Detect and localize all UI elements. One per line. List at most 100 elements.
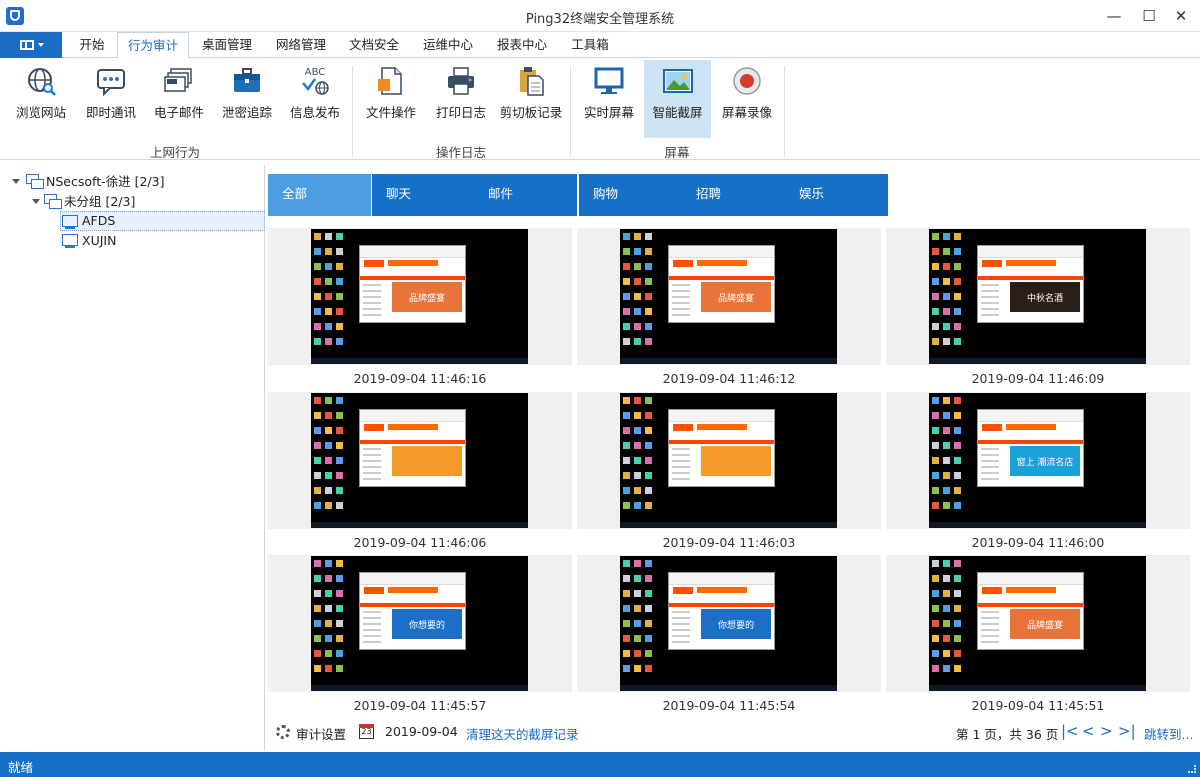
clipboard-log-button[interactable]: 剪切板记录 — [496, 60, 566, 138]
tab-ops-center[interactable]: 运维中心 — [413, 32, 483, 58]
chat-bubble-icon — [97, 69, 125, 97]
prev-page-button[interactable]: < — [1082, 722, 1095, 740]
instant-messaging-button[interactable]: 即时通讯 — [78, 60, 144, 138]
category-all[interactable]: 全部 — [268, 174, 371, 216]
next-page-button[interactable]: > — [1100, 722, 1113, 740]
desktop-app-icon — [954, 338, 961, 345]
audit-settings-button[interactable]: 审计设置 — [296, 724, 346, 743]
tree-computer-xujin[interactable]: XUJIN — [60, 231, 265, 251]
screenshot-thumbnail[interactable]: 窗上 潮流名店 — [886, 392, 1190, 529]
category-recruitment[interactable]: 招聘 — [682, 174, 785, 216]
desktop-app-icon — [645, 427, 652, 434]
site-logo — [364, 260, 384, 267]
close-button[interactable]: ✕ — [1163, 0, 1199, 32]
screenshot-card[interactable]: 品牌盛宴 2019-09-04 11:46:16 — [268, 228, 572, 392]
tree-root-node[interactable]: NSecsoft-徐进 [2/3] — [46, 172, 164, 192]
selected-date[interactable]: 2019-09-04 — [385, 724, 458, 739]
desktop-app-icon — [634, 620, 641, 627]
tab-report-center[interactable]: 报表中心 — [487, 32, 557, 58]
screenshot-thumbnail[interactable]: 中秋名酒 — [886, 228, 1190, 365]
tab-toolbox[interactable]: 工具箱 — [560, 32, 620, 58]
leak-tracking-button[interactable]: 泄密追踪 — [214, 60, 280, 138]
desktop-app-icon — [314, 472, 321, 479]
screenshot-thumbnail[interactable]: 你想要的 — [268, 555, 572, 692]
category-line — [363, 296, 381, 298]
screenshot-card[interactable]: 品牌盛宴 2019-09-04 11:45:51 — [886, 555, 1190, 719]
desktop-app-icon — [336, 263, 343, 270]
banner-text: 你想要的 — [717, 621, 754, 631]
promo-banner: 你想要的 — [701, 609, 771, 639]
live-screen-button[interactable]: 实时屏幕 — [576, 60, 642, 138]
last-page-button[interactable]: >| — [1118, 722, 1136, 740]
category-line — [981, 635, 999, 637]
desktop-app-icon — [645, 263, 652, 270]
expand-triangle-icon[interactable] — [32, 199, 40, 204]
browse-websites-button[interactable]: 浏览网站 — [8, 60, 74, 138]
expand-triangle-icon[interactable] — [12, 179, 20, 184]
status-bar: 就绪 — [0, 752, 1200, 777]
screenshot-thumbnail[interactable] — [577, 392, 881, 529]
screenshot-thumbnail[interactable]: 品牌盛宴 — [886, 555, 1190, 692]
file-operations-button[interactable]: 文件操作 — [358, 60, 424, 138]
screenshot-card[interactable]: 你想要的 2019-09-04 11:45:54 — [577, 555, 881, 719]
desktop-app-icon — [932, 560, 939, 567]
first-page-button[interactable]: |< — [1061, 722, 1079, 740]
instant-messaging-label: 即时通讯 — [85, 105, 136, 120]
desktop-app-icon — [336, 650, 343, 657]
search-bar — [388, 260, 438, 266]
desktop-app-icon — [932, 665, 939, 672]
clear-day-screenshots-link[interactable]: 清理这天的截屏记录 — [466, 724, 579, 743]
category-line — [981, 460, 999, 462]
category-shopping[interactable]: 购物 — [579, 174, 682, 216]
desktop-app-icon — [943, 293, 950, 300]
screenshot-thumbnail[interactable] — [268, 392, 572, 529]
screen-recording-button[interactable]: 屏幕录像 — [714, 60, 780, 138]
gear-icon[interactable] — [276, 725, 290, 739]
desktop-app-icon — [954, 308, 961, 315]
resize-grip-icon[interactable] — [1188, 765, 1196, 773]
screenshot-card[interactable]: 中秋名酒 2019-09-04 11:46:09 — [886, 228, 1190, 392]
screenshot-card[interactable]: 你想要的 2019-09-04 11:45:57 — [268, 555, 572, 719]
tab-document-security[interactable]: 文档安全 — [339, 32, 409, 58]
print-log-label: 打印日志 — [435, 105, 486, 120]
screenshot-thumbnail[interactable]: 品牌盛宴 — [268, 228, 572, 365]
desktop-app-icon — [314, 293, 321, 300]
tree-computer-afds[interactable]: AFDS — [60, 211, 265, 231]
maximize-button[interactable]: ☐ — [1131, 0, 1167, 32]
calendar-icon[interactable]: 23 — [359, 724, 374, 739]
tab-behavior-audit[interactable]: 行为审计 — [117, 32, 189, 59]
category-line — [981, 314, 999, 316]
smart-screenshot-button[interactable]: 智能截屏 — [644, 60, 711, 138]
print-log-button[interactable]: 打印日志 — [428, 60, 494, 138]
app-menu-button[interactable] — [0, 32, 62, 58]
screenshot-card[interactable]: 2019-09-04 11:46:03 — [577, 392, 881, 556]
desktop-app-icon — [943, 412, 950, 419]
desktop-app-icon — [325, 293, 332, 300]
desktop-capture: 中秋名酒 — [929, 229, 1146, 364]
screenshot-thumbnail[interactable]: 品牌盛宴 — [577, 228, 881, 365]
category-entertainment[interactable]: 娱乐 — [785, 174, 888, 216]
site-logo — [364, 587, 384, 594]
category-line — [981, 629, 999, 631]
minimize-button[interactable]: — — [1096, 0, 1132, 32]
tab-network-management[interactable]: 网络管理 — [266, 32, 336, 58]
desktop-app-icon — [634, 308, 641, 315]
jump-to-page-link[interactable]: 跳转到... — [1144, 724, 1193, 743]
screenshot-card[interactable]: 2019-09-04 11:46:06 — [268, 392, 572, 556]
desktop-app-icon — [943, 248, 950, 255]
desktop-app-icon — [634, 248, 641, 255]
tab-start[interactable]: 开始 — [70, 32, 114, 58]
email-button[interactable]: 电子邮件 — [146, 60, 212, 138]
category-mail[interactable]: 邮件 — [474, 174, 577, 216]
screenshot-thumbnail[interactable]: 你想要的 — [577, 555, 881, 692]
tree-group-node[interactable]: 未分组 [2/3] — [64, 192, 135, 212]
tab-desktop-management[interactable]: 桌面管理 — [192, 32, 262, 58]
info-publishing-button[interactable]: ABC 信息发布 — [282, 60, 348, 138]
screenshot-card[interactable]: 品牌盛宴 2019-09-04 11:46:12 — [577, 228, 881, 392]
desktop-app-icon — [314, 278, 321, 285]
category-chat[interactable]: 聊天 — [372, 174, 475, 216]
desktop-app-icon — [943, 427, 950, 434]
screenshot-card[interactable]: 窗上 潮流名店 2019-09-04 11:46:00 — [886, 392, 1190, 556]
desktop-app-icon — [623, 650, 630, 657]
desktop-app-icon — [314, 487, 321, 494]
